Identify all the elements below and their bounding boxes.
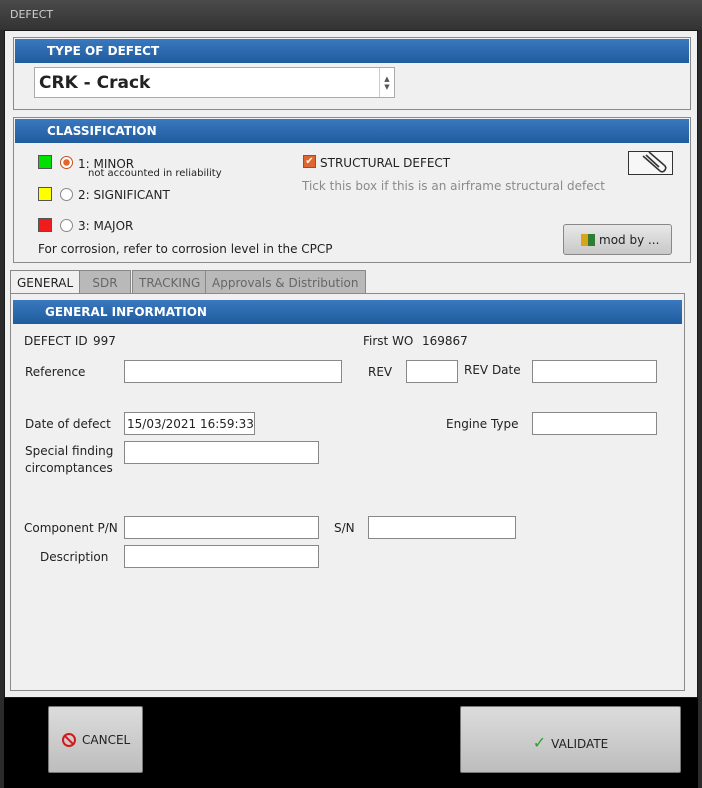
tab-approvals-distribution[interactable]: Approvals & Distribution (205, 270, 366, 294)
minor-color-swatch (38, 155, 52, 169)
defect-id-value: 997 (93, 334, 116, 348)
minor-sublabel: not accounted in reliability (88, 168, 222, 179)
component-pn-field[interactable] (124, 516, 319, 539)
rev-field[interactable] (406, 360, 458, 383)
sn-field[interactable] (368, 516, 516, 539)
significant-color-swatch (38, 187, 52, 201)
component-pn-label: Component P/N (24, 521, 118, 535)
description-label: Description (40, 550, 109, 564)
cancel-label: CANCEL (82, 733, 131, 747)
classification-panel: CLASSIFICATION 1: MINOR not accounted in… (13, 117, 691, 263)
window-title: DEFECT (0, 0, 702, 30)
select-spin-icon[interactable]: ▲ ▼ (379, 68, 394, 97)
structural-defect-label: STRUCTURAL DEFECT (320, 156, 451, 170)
first-wo-label: First WO (363, 334, 414, 348)
paperclip-icon (642, 151, 667, 173)
footer-bar: CANCEL ✓ VALIDATE (4, 698, 698, 788)
defect-id-label: DEFECT ID (24, 334, 88, 348)
engine-type-field[interactable] (532, 412, 657, 435)
description-field[interactable] (124, 545, 319, 568)
type-of-defect-header: TYPE OF DEFECT (15, 39, 689, 63)
type-of-defect-panel: TYPE OF DEFECT CRK - Crack ▲ ▼ (13, 37, 691, 110)
tab-sdr[interactable]: SDR (79, 270, 131, 294)
date-of-defect-field[interactable]: 15/03/2021 16:59:33 (124, 412, 255, 435)
mod-by-label: mod by ... (599, 233, 660, 247)
reference-field[interactable] (124, 360, 342, 383)
general-tab-content: GENERAL INFORMATION DEFECT ID 997 First … (10, 293, 685, 691)
defect-type-select[interactable]: CRK - Crack ▲ ▼ (34, 67, 395, 98)
special-finding-label-line2: circomptances (25, 461, 113, 475)
first-wo-value: 169867 (422, 334, 468, 348)
validate-button[interactable]: ✓ VALIDATE (460, 706, 681, 773)
tab-general[interactable]: GENERAL (10, 270, 81, 295)
checkmark-icon: ✓ (532, 733, 547, 752)
minor-radio[interactable] (60, 156, 73, 169)
special-finding-field[interactable] (124, 441, 319, 464)
major-radio[interactable] (60, 219, 73, 232)
major-color-swatch (38, 218, 52, 232)
sn-label: S/N (334, 521, 355, 535)
tab-tracking[interactable]: TRACKING (132, 270, 208, 294)
rev-date-field[interactable] (532, 360, 657, 383)
general-information-header: GENERAL INFORMATION (13, 300, 682, 324)
reference-label: Reference (25, 365, 86, 379)
major-label: 3: MAJOR (78, 219, 134, 233)
significant-label: 2: SIGNIFICANT (78, 188, 170, 202)
mod-icon (581, 234, 595, 246)
corrosion-note: For corrosion, refer to corrosion level … (38, 242, 333, 256)
special-finding-label: Special finding (25, 444, 114, 458)
rev-label: REV (368, 365, 393, 379)
rev-date-label: REV Date (464, 363, 521, 377)
structural-defect-checkbox[interactable]: ✔ (303, 155, 316, 168)
mod-by-button[interactable]: mod by ... (563, 224, 672, 255)
structural-defect-hint: Tick this box if this is an airframe str… (302, 179, 605, 193)
significant-radio[interactable] (60, 188, 73, 201)
cancel-icon (62, 733, 76, 747)
cancel-button[interactable]: CANCEL (48, 706, 143, 773)
attach-button[interactable] (628, 151, 673, 175)
validate-label: VALIDATE (551, 737, 609, 751)
classification-header: CLASSIFICATION (15, 119, 689, 143)
engine-type-label: Engine Type (446, 417, 519, 431)
defect-type-value: CRK - Crack (39, 73, 151, 93)
date-of-defect-label: Date of defect (25, 417, 111, 431)
